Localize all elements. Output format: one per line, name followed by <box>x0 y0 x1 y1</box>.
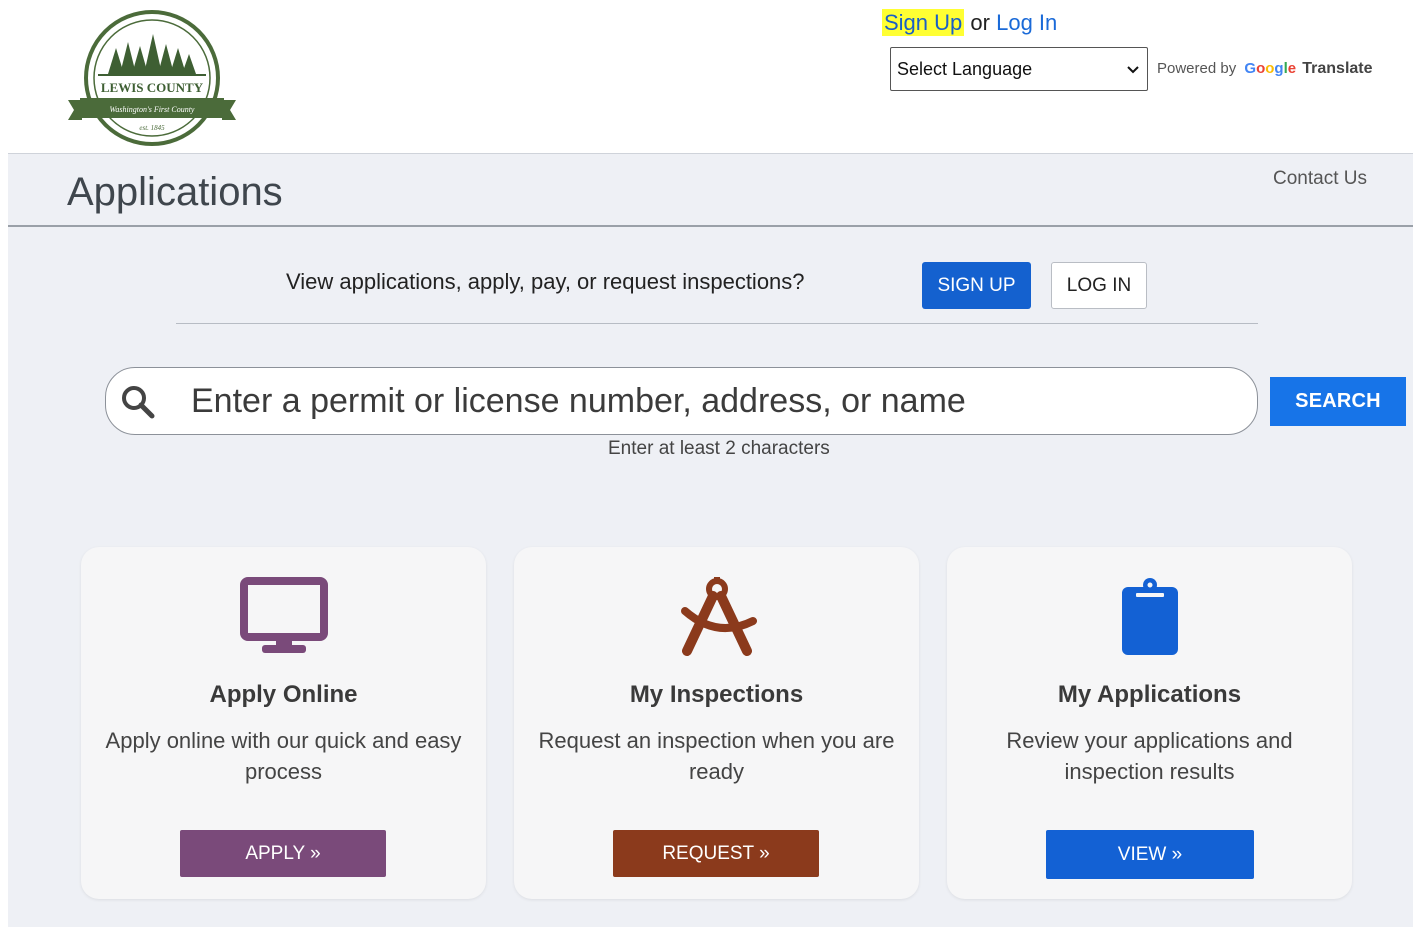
logo-name: LEWIS COUNTY <box>101 80 204 95</box>
prompt-text: View applications, apply, pay, or reques… <box>286 269 805 294</box>
apply-button[interactable]: APPLY » <box>180 830 386 877</box>
monitor-icon <box>81 577 486 657</box>
card-description: Review your applications and inspection … <box>1006 728 1293 784</box>
card-description: Apply online with our quick and easy pro… <box>105 728 462 784</box>
card-my-inspections: My Inspections Request an inspection whe… <box>514 547 919 899</box>
translate-text: Translate <box>1302 60 1373 77</box>
request-button[interactable]: REQUEST » <box>613 830 819 877</box>
card-title: Apply Online <box>209 681 358 708</box>
search-input[interactable]: Enter a permit or license number, addres… <box>191 382 966 421</box>
divider <box>176 323 1258 324</box>
signup-link[interactable]: Sign Up <box>882 9 965 36</box>
search-button[interactable]: SEARCH <box>1270 377 1406 426</box>
login-link[interactable]: Log In <box>996 10 1057 35</box>
signup-button[interactable]: SIGN UP <box>922 262 1031 309</box>
card-apply-online: Apply Online Apply online with our quick… <box>81 547 486 899</box>
page-title: Applications <box>67 170 283 214</box>
card-title: My Inspections <box>629 681 804 708</box>
title-bar: Applications Contact Us <box>8 153 1413 227</box>
card-my-applications: My Applications Review your applications… <box>947 547 1352 899</box>
google-translate-credit: Powered by Google Translate <box>1157 60 1373 78</box>
language-select[interactable]: Select Language <box>890 47 1148 91</box>
main-content: View applications, apply, pay, or reques… <box>8 227 1413 927</box>
google-logo[interactable]: Google <box>1244 60 1296 77</box>
logo-tagline: Washington's First County <box>110 105 195 114</box>
search-hint: Enter at least 2 characters <box>608 438 830 459</box>
clipboard-icon <box>947 577 1352 657</box>
login-button[interactable]: LOG IN <box>1051 262 1147 309</box>
language-select-value: Select Language <box>897 58 1033 79</box>
compass-icon <box>514 577 919 657</box>
site-header: LEWIS COUNTY Washington's First County e… <box>0 0 1413 153</box>
card-description: Request an inspection when you are ready <box>538 728 895 784</box>
or-text: or <box>970 10 990 35</box>
chevron-down-icon <box>1127 61 1139 77</box>
search-box[interactable]: Enter a permit or license number, addres… <box>105 367 1258 435</box>
view-button[interactable]: VIEW » <box>1046 830 1254 879</box>
powered-by-text: Powered by <box>1157 60 1237 77</box>
contact-us-link[interactable]: Contact Us <box>1273 168 1367 190</box>
search-icon <box>120 384 156 420</box>
card-title: My Applications <box>1057 681 1242 708</box>
lewis-county-logo[interactable]: LEWIS COUNTY Washington's First County e… <box>68 8 236 148</box>
logo-est: est. 1845 <box>139 124 165 132</box>
page: LEWIS COUNTY Washington's First County e… <box>0 0 1413 927</box>
auth-links: Sign Up or Log In <box>882 9 1057 36</box>
